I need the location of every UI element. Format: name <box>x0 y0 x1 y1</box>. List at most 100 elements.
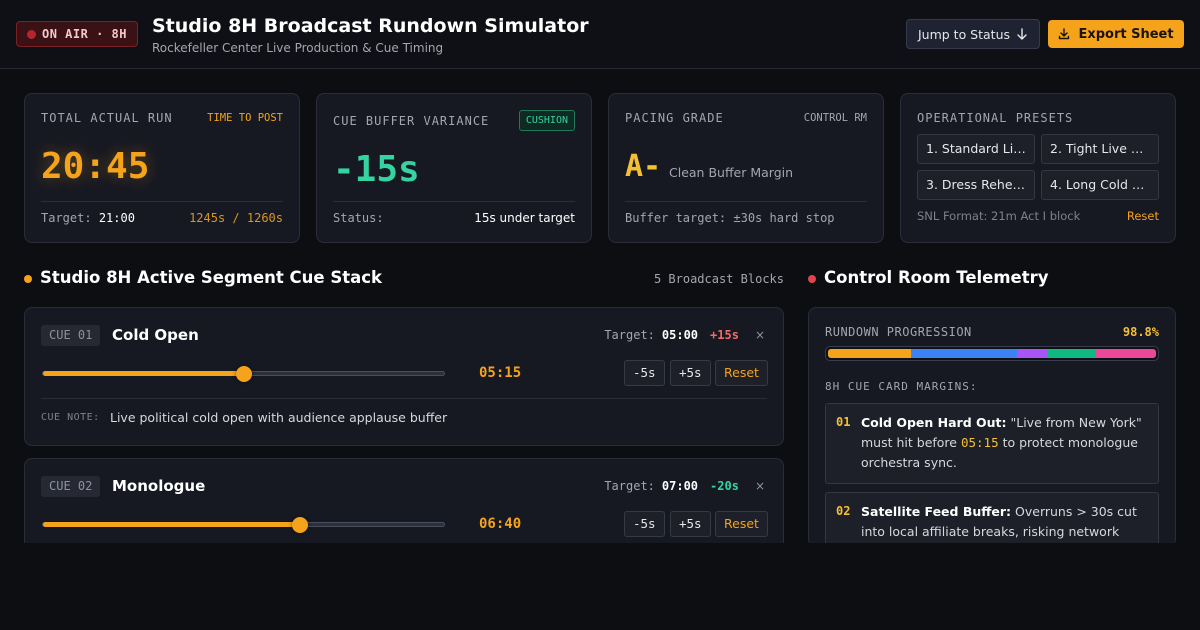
target-line: Target: 21:00 <box>41 211 135 225</box>
total-run-card: TOTAL ACTUAL RUN TIME TO POST 20:45 Targ… <box>24 93 300 243</box>
progression-label: RUNDOWN PROGRESSION <box>825 325 972 339</box>
cue-note-text: Live political cold open with audience a… <box>110 410 448 425</box>
progress-segment-5 <box>1095 349 1156 358</box>
jump-label: Jump to Status <box>917 26 1011 42</box>
slider-handle[interactable] <box>291 517 308 533</box>
jump-to-status-button[interactable]: Jump to Status <box>906 19 1040 49</box>
plus-5s-button[interactable]: +5s <box>670 511 711 537</box>
cue-actual-time: 05:15 <box>479 365 522 381</box>
cue-delta: +15s <box>710 328 739 342</box>
margin-title: Satellite Feed Buffer: <box>861 504 1012 519</box>
progress-segment-3 <box>1016 349 1049 358</box>
export-sheet-button[interactable]: Export Sheet <box>1048 20 1184 48</box>
telemetry-panel: RUNDOWN PROGRESSION 98.8% 8H CUE CARD MA… <box>808 307 1176 547</box>
cue-target: Target: 07:00 -20s × <box>604 479 765 493</box>
slider-fill <box>43 522 300 527</box>
card-divider <box>625 201 867 202</box>
slider-fill <box>43 371 244 376</box>
cue-card-margin-01: 01 Cold Open Hard Out: "Live from New Yo… <box>825 403 1159 484</box>
margin-text: Satellite Feed Buffer: Overruns > 30s cu… <box>861 502 1151 542</box>
margins-label: 8H CUE CARD MARGINS: <box>825 380 978 393</box>
download-icon <box>1059 28 1070 40</box>
cue-stack-dot <box>24 275 32 283</box>
total-run-label: TOTAL ACTUAL RUN <box>41 111 173 125</box>
cue-card-01: CUE 01 Cold Open Target: 05:00 +15s × 05… <box>24 307 784 446</box>
cue-divider <box>41 398 767 399</box>
variance-card: CUE BUFFER VARIANCE CUSHION -15s Status:… <box>316 93 592 243</box>
progression-percent: 98.8% <box>1122 325 1159 339</box>
arrow-down-icon <box>1017 27 1027 40</box>
progress-segment-4 <box>1048 349 1096 358</box>
cue-number-badge: CUE 02 <box>41 476 101 497</box>
buffer-target: Buffer target: ±30s hard stop <box>625 211 835 225</box>
pacing-description: Clean Buffer Margin <box>669 165 794 180</box>
margin-number: 01 <box>836 415 851 429</box>
pacing-grade: A- <box>625 149 662 184</box>
record-dot-icon <box>27 29 36 39</box>
cue-note-label: CUE NOTE: <box>41 412 100 423</box>
on-air-badge: ON AIR · 8H <box>16 21 138 47</box>
plus-5s-button[interactable]: +5s <box>670 360 711 386</box>
cue-reset-button[interactable]: Reset <box>715 511 768 537</box>
margin-text: Cold Open Hard Out: "Live from New York"… <box>861 413 1151 473</box>
progress-segment-1 <box>828 349 912 358</box>
page-background <box>0 543 1200 630</box>
target-value: 05:00 <box>661 328 699 342</box>
card-divider <box>41 201 283 202</box>
seconds-ratio: 1245s / 1260s <box>189 211 283 225</box>
preset-standard-live[interactable]: 1. Standard Live <box>917 134 1035 164</box>
cue-duration-slider[interactable] <box>42 517 445 533</box>
app-subtitle: Rockefeller Center Live Production & Cue… <box>152 41 444 55</box>
minus-5s-button[interactable]: -5s <box>624 511 665 537</box>
top-header: ON AIR · 8H Studio 8H Broadcast Rundown … <box>0 0 1200 69</box>
minus-5s-button[interactable]: -5s <box>624 360 665 386</box>
telemetry-dot <box>808 275 816 283</box>
margin-title: Cold Open Hard Out: <box>861 415 1007 430</box>
export-label: Export Sheet <box>1078 26 1174 42</box>
presets-reset-button[interactable]: Reset <box>1127 209 1159 223</box>
pacing-label: PACING GRADE <box>625 111 724 125</box>
status-value: 15s under target <box>474 211 575 225</box>
slider-handle[interactable] <box>235 366 252 382</box>
cue-duration-slider[interactable] <box>42 366 445 382</box>
cue-name: Monologue <box>112 477 206 495</box>
progress-segments <box>828 349 1156 358</box>
cue-name: Cold Open <box>112 326 199 344</box>
target-label: Target: <box>41 211 92 225</box>
pacing-card: PACING GRADE CONTROL RM A- Clean Buffer … <box>608 93 884 243</box>
presets-label: OPERATIONAL PRESETS <box>917 111 1074 125</box>
snl-format-note: SNL Format: 21m Act I block <box>917 209 1081 223</box>
margin-highlight-time: 05:15 <box>960 435 999 450</box>
presets-card: OPERATIONAL PRESETS 1. Standard Live 2. … <box>900 93 1176 243</box>
progress-segment-2 <box>911 349 1017 358</box>
cue-delta: -20s <box>710 479 739 493</box>
control-room-label: CONTROL RM <box>803 112 867 124</box>
remove-cue-icon[interactable]: × <box>755 479 765 493</box>
preset-tight-live-show[interactable]: 2. Tight Live Show <box>1041 134 1159 164</box>
cue-actual-time: 06:40 <box>479 516 522 532</box>
margin-number: 02 <box>836 504 851 518</box>
rundown-progress-bar <box>825 346 1159 361</box>
on-air-label: ON AIR · 8H <box>42 27 127 41</box>
variance-value: -15s <box>333 149 420 190</box>
cue-target: Target: 05:00 +15s × <box>604 328 765 342</box>
remove-cue-icon[interactable]: × <box>755 328 765 342</box>
target-value: 07:00 <box>661 479 699 493</box>
cue-card-margin-02: 02 Satellite Feed Buffer: Overruns > 30s… <box>825 492 1159 546</box>
status-label: Status: <box>333 211 384 225</box>
target-value: 21:00 <box>98 211 135 225</box>
time-to-post-label: TIME TO POST <box>207 112 283 124</box>
telemetry-title: Control Room Telemetry <box>824 268 1049 287</box>
cushion-badge: CUSHION <box>518 110 575 131</box>
variance-label: CUE BUFFER VARIANCE <box>333 114 490 128</box>
total-run-value: 20:45 <box>41 146 150 187</box>
preset-long-cold-open[interactable]: 4. Long Cold Open <box>1041 170 1159 200</box>
target-label: Target: <box>604 328 655 342</box>
preset-dress-rehearsal[interactable]: 3. Dress Rehearsal <box>917 170 1035 200</box>
cue-reset-button[interactable]: Reset <box>715 360 768 386</box>
cue-stack-title: Studio 8H Active Segment Cue Stack <box>40 268 382 287</box>
card-divider <box>333 201 575 202</box>
cue-number-badge: CUE 01 <box>41 325 101 346</box>
block-count: 5 Broadcast Blocks <box>653 272 784 286</box>
app-title: Studio 8H Broadcast Rundown Simulator <box>152 15 589 37</box>
